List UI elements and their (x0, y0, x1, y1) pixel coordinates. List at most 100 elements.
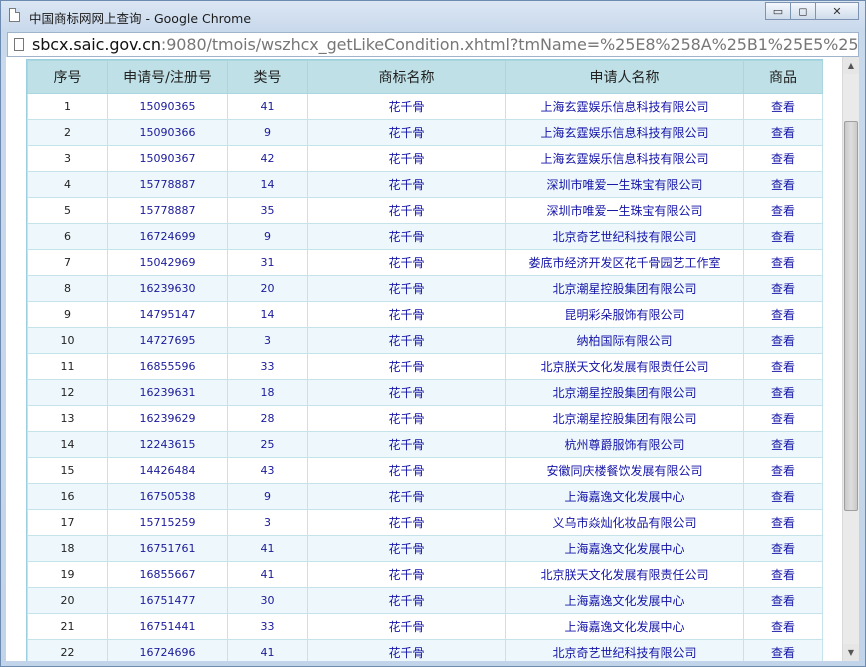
address-bar[interactable]: sbcx.saic.gov.cn:9080/tmois/wszhcx_getLi… (7, 32, 859, 57)
cell-goods-view-link[interactable]: 查看 (743, 353, 823, 380)
cell-trademark-name-link[interactable]: 花千骨 (307, 145, 506, 172)
cell-trademark-name-link[interactable]: 花千骨 (307, 379, 506, 406)
cell-applicant-link[interactable]: 上海玄霆娱乐信息科技有限公司 (505, 119, 744, 146)
scrollbar-thumb[interactable] (844, 121, 858, 511)
vertical-scrollbar[interactable]: ▲ ▼ (842, 57, 859, 661)
minimize-button[interactable]: ▭ (765, 2, 791, 20)
table-row: 8 16239630 20 花千骨 北京潮星控股集团有限公司 查看 (27, 275, 823, 302)
maximize-button[interactable]: ◻ (790, 2, 816, 20)
scroll-down-arrow-icon[interactable]: ▼ (843, 644, 859, 661)
cell-reg-number: 15715259 (107, 509, 228, 536)
cell-reg-number: 16751441 (107, 613, 228, 640)
header-reg-number: 申请号/注册号 (107, 60, 228, 94)
cell-goods-view-link[interactable]: 查看 (743, 457, 823, 484)
cell-seq: 16 (27, 483, 108, 510)
table-row: 7 15042969 31 花千骨 娄底市经济开发区花千骨园艺工作室 查看 (27, 249, 823, 276)
cell-applicant-link[interactable]: 北京潮星控股集团有限公司 (505, 379, 744, 406)
cell-trademark-name-link[interactable]: 花千骨 (307, 353, 506, 380)
cell-trademark-name-link[interactable]: 花千骨 (307, 93, 506, 120)
cell-goods-view-link[interactable]: 查看 (743, 535, 823, 562)
table-row: 5 15778887 35 花千骨 深圳市唯爱一生珠宝有限公司 查看 (27, 197, 823, 224)
cell-trademark-name-link[interactable]: 花千骨 (307, 561, 506, 588)
cell-goods-view-link[interactable]: 查看 (743, 431, 823, 458)
cell-applicant-link[interactable]: 北京朕天文化发展有限责任公司 (505, 353, 744, 380)
header-applicant: 申请人名称 (505, 60, 744, 94)
cell-trademark-name-link[interactable]: 花千骨 (307, 249, 506, 276)
cell-applicant-link[interactable]: 义乌市焱灿化妆品有限公司 (505, 509, 744, 536)
cell-applicant-link[interactable]: 昆明彩朵服饰有限公司 (505, 301, 744, 328)
cell-goods-view-link[interactable]: 查看 (743, 561, 823, 588)
cell-goods-view-link[interactable]: 查看 (743, 483, 823, 510)
cell-goods-view-link[interactable]: 查看 (743, 509, 823, 536)
cell-applicant-link[interactable]: 北京奇艺世纪科技有限公司 (505, 223, 744, 250)
cell-class: 18 (227, 379, 308, 406)
cell-trademark-name-link[interactable]: 花千骨 (307, 223, 506, 250)
table-row: 4 15778887 14 花千骨 深圳市唯爱一生珠宝有限公司 查看 (27, 171, 823, 198)
cell-goods-view-link[interactable]: 查看 (743, 613, 823, 640)
cell-goods-view-link[interactable]: 查看 (743, 93, 823, 120)
cell-reg-number: 15778887 (107, 197, 228, 224)
cell-reg-number: 16751761 (107, 535, 228, 562)
cell-trademark-name-link[interactable]: 花千骨 (307, 457, 506, 484)
cell-applicant-link[interactable]: 北京潮星控股集团有限公司 (505, 405, 744, 432)
cell-applicant-link[interactable]: 上海玄霆娱乐信息科技有限公司 (505, 145, 744, 172)
table-body: 1 15090365 41 花千骨 上海玄霆娱乐信息科技有限公司 查看 2 15090366 9… (27, 93, 823, 661)
cell-trademark-name-link[interactable]: 花千骨 (307, 483, 506, 510)
cell-goods-view-link[interactable]: 查看 (743, 405, 823, 432)
table-row: 2 15090366 9 花千骨 上海玄霆娱乐信息科技有限公司 查看 (27, 119, 823, 146)
cell-applicant-link[interactable]: 深圳市唯爱一生珠宝有限公司 (505, 197, 744, 224)
header-trademark-name: 商标名称 (307, 60, 506, 94)
table-row: 20 16751477 30 花千骨 上海嘉逸文化发展中心 查看 (27, 587, 823, 614)
cell-goods-view-link[interactable]: 查看 (743, 145, 823, 172)
cell-seq: 10 (27, 327, 108, 354)
cell-trademark-name-link[interactable]: 花千骨 (307, 509, 506, 536)
cell-applicant-link[interactable]: 安徽同庆楼餐饮发展有限公司 (505, 457, 744, 484)
table-row: 15 14426484 43 花千骨 安徽同庆楼餐饮发展有限公司 查看 (27, 457, 823, 484)
cell-trademark-name-link[interactable]: 花千骨 (307, 327, 506, 354)
cell-applicant-link[interactable]: 北京潮星控股集团有限公司 (505, 275, 744, 302)
cell-goods-view-link[interactable]: 查看 (743, 639, 823, 661)
document-icon (14, 38, 24, 51)
title-bar[interactable]: 中国商标网网上查询 - Google Chrome ▭ ◻ ✕ (1, 1, 865, 31)
cell-goods-view-link[interactable]: 查看 (743, 327, 823, 354)
cell-trademark-name-link[interactable]: 花千骨 (307, 405, 506, 432)
cell-goods-view-link[interactable]: 查看 (743, 197, 823, 224)
scroll-up-arrow-icon[interactable]: ▲ (843, 57, 859, 74)
cell-applicant-link[interactable]: 杭州尊爵服饰有限公司 (505, 431, 744, 458)
cell-applicant-link[interactable]: 纳柏国际有限公司 (505, 327, 744, 354)
cell-applicant-link[interactable]: 上海嘉逸文化发展中心 (505, 535, 744, 562)
cell-trademark-name-link[interactable]: 花千骨 (307, 119, 506, 146)
cell-applicant-link[interactable]: 深圳市唯爱一生珠宝有限公司 (505, 171, 744, 198)
cell-goods-view-link[interactable]: 查看 (743, 249, 823, 276)
cell-trademark-name-link[interactable]: 花千骨 (307, 535, 506, 562)
cell-class: 33 (227, 613, 308, 640)
cell-trademark-name-link[interactable]: 花千骨 (307, 613, 506, 640)
cell-goods-view-link[interactable]: 查看 (743, 275, 823, 302)
cell-goods-view-link[interactable]: 查看 (743, 379, 823, 406)
cell-trademark-name-link[interactable]: 花千骨 (307, 431, 506, 458)
cell-applicant-link[interactable]: 上海玄霆娱乐信息科技有限公司 (505, 93, 744, 120)
cell-trademark-name-link[interactable]: 花千骨 (307, 197, 506, 224)
cell-goods-view-link[interactable]: 查看 (743, 301, 823, 328)
cell-class: 41 (227, 561, 308, 588)
url-text[interactable]: sbcx.saic.gov.cn:9080/tmois/wszhcx_getLi… (32, 35, 858, 54)
cell-applicant-link[interactable]: 上海嘉逸文化发展中心 (505, 483, 744, 510)
cell-applicant-link[interactable]: 上海嘉逸文化发展中心 (505, 587, 744, 614)
cell-class: 28 (227, 405, 308, 432)
cell-goods-view-link[interactable]: 查看 (743, 587, 823, 614)
cell-trademark-name-link[interactable]: 花千骨 (307, 275, 506, 302)
cell-applicant-link[interactable]: 北京朕天文化发展有限责任公司 (505, 561, 744, 588)
cell-reg-number: 16751477 (107, 587, 228, 614)
cell-goods-view-link[interactable]: 查看 (743, 119, 823, 146)
cell-trademark-name-link[interactable]: 花千骨 (307, 587, 506, 614)
cell-applicant-link[interactable]: 娄底市经济开发区花千骨园艺工作室 (505, 249, 744, 276)
cell-trademark-name-link[interactable]: 花千骨 (307, 639, 506, 661)
cell-goods-view-link[interactable]: 查看 (743, 223, 823, 250)
table-row: 3 15090367 42 花千骨 上海玄霆娱乐信息科技有限公司 查看 (27, 145, 823, 172)
cell-trademark-name-link[interactable]: 花千骨 (307, 301, 506, 328)
cell-goods-view-link[interactable]: 查看 (743, 171, 823, 198)
close-button[interactable]: ✕ (815, 2, 859, 20)
cell-applicant-link[interactable]: 北京奇艺世纪科技有限公司 (505, 639, 744, 661)
cell-applicant-link[interactable]: 上海嘉逸文化发展中心 (505, 613, 744, 640)
cell-trademark-name-link[interactable]: 花千骨 (307, 171, 506, 198)
